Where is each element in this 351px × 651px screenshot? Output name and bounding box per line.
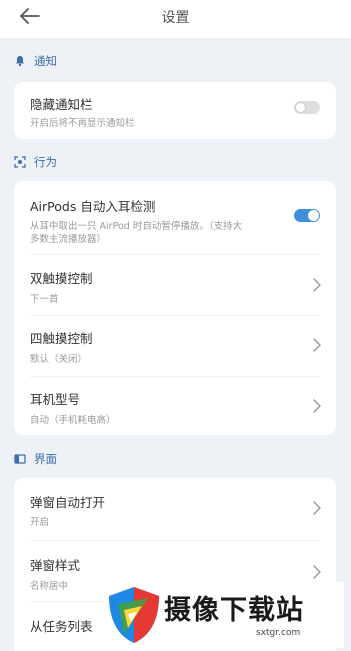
setting-title: 双触摸控制 xyxy=(30,271,93,286)
setting-subtitle: 开启 xyxy=(30,517,50,528)
bell-icon xyxy=(16,56,24,67)
setting-row-airpods-ear-detection[interactable]: AirPods 自动入耳检测 从耳中取出一只 AirPod 时自动暂停播放。（支… xyxy=(14,181,336,254)
settings-card-notification: 隐藏通知栏 开启后将不再显示通知栏 xyxy=(14,82,336,139)
setting-subtitle: 自动（手机耗电高） xyxy=(30,415,116,426)
hide-notification-toggle[interactable] xyxy=(294,101,320,114)
airpods-ear-detection-toggle[interactable] xyxy=(294,209,320,222)
setting-row-quad-tap[interactable]: 四触摸控制 默认（关闭） xyxy=(14,316,336,376)
chevron-right-icon xyxy=(313,338,321,352)
settings-card-behavior: AirPods 自动入耳检测 从耳中取出一只 AirPod 时自动暂停播放。（支… xyxy=(14,181,336,435)
top-bar: 设置 xyxy=(0,0,351,38)
setting-subtitle: 开启后将不再显示通知栏 xyxy=(30,118,135,129)
setting-title: 从任务列表 xyxy=(30,619,93,634)
setting-title: 弹窗样式 xyxy=(30,558,81,573)
chevron-right-icon xyxy=(313,399,321,413)
scan-icon xyxy=(14,156,26,168)
watermark-url: sxtgr.com xyxy=(256,628,301,638)
setting-subtitle: 默认（关闭） xyxy=(30,354,88,365)
setting-title: 耳机型号 xyxy=(30,392,81,407)
setting-row-earphone-model[interactable]: 耳机型号 自动（手机耗电高） xyxy=(14,377,336,435)
section-label: 通知 xyxy=(34,54,57,68)
setting-title: 隐藏通知栏 xyxy=(30,97,93,112)
chevron-right-icon xyxy=(313,278,321,292)
setting-title: AirPods 自动入耳检测 xyxy=(30,199,156,214)
setting-title: 弹窗自动打开 xyxy=(30,495,106,510)
shield-logo-icon xyxy=(109,587,159,643)
watermark-text: 摄像下载站 xyxy=(164,595,304,626)
section-header-interface: 界面 xyxy=(14,450,57,468)
setting-subtitle: 名称居中 xyxy=(30,581,69,592)
chevron-right-icon xyxy=(313,565,321,579)
setting-row-popup-auto-open[interactable]: 弹窗自动打开 开启 xyxy=(14,478,336,540)
section-label: 界面 xyxy=(34,452,57,466)
toggle-knob xyxy=(308,210,319,221)
page-title: 设置 xyxy=(161,10,190,26)
section-header-behavior: 行为 xyxy=(14,153,57,171)
setting-title: 四触摸控制 xyxy=(30,331,93,346)
setting-subtitle: 下一首 xyxy=(30,294,59,305)
section-header-notification: 通知 xyxy=(14,52,57,70)
watermark: 摄像下载站 sxtgr.com xyxy=(104,582,344,648)
setting-row-hide-notification[interactable]: 隐藏通知栏 开启后将不再显示通知栏 xyxy=(14,82,336,139)
setting-row-double-tap[interactable]: 双触摸控制 下一首 xyxy=(14,255,336,315)
window-icon xyxy=(14,454,26,464)
section-label: 行为 xyxy=(34,155,57,169)
setting-subtitle-line1: 从耳中取出一只 AirPod 时自动暂停播放。（支持大 xyxy=(30,221,243,232)
chevron-right-icon xyxy=(313,501,321,515)
setting-subtitle-line2: 多数主流播放器） xyxy=(30,234,107,245)
toggle-knob xyxy=(295,102,306,113)
